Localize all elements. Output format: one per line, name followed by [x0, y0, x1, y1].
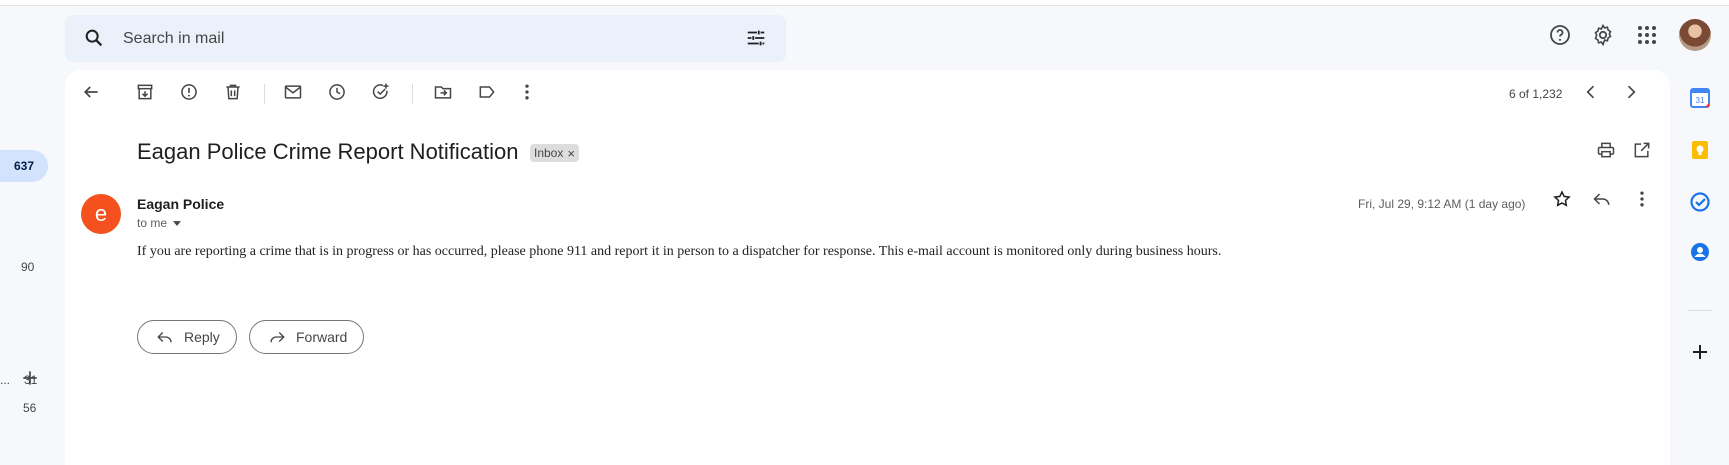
- print-icon[interactable]: [1594, 138, 1618, 162]
- chevron-down-icon[interactable]: [173, 220, 182, 226]
- label-text: Inbox: [534, 146, 564, 160]
- forward-icon: [270, 332, 285, 343]
- forward-button-label: Forward: [296, 329, 348, 345]
- archive-icon[interactable]: [133, 80, 157, 104]
- reply-icon[interactable]: [1590, 187, 1614, 211]
- recipient-text: to me: [137, 216, 168, 230]
- sender-name[interactable]: Eagan Police: [137, 196, 224, 212]
- rail-count[interactable]: 90: [21, 260, 34, 274]
- reply-icon: [157, 332, 172, 343]
- top-edge: [0, 0, 1729, 6]
- keep-icon[interactable]: [1690, 140, 1710, 160]
- apps-icon[interactable]: [1635, 23, 1659, 52]
- account-avatar[interactable]: [1679, 19, 1711, 51]
- snooze-icon[interactable]: [325, 80, 349, 104]
- pagination-text: 6 of 1,232: [1509, 87, 1563, 101]
- rail-ellipsis: ...: [0, 373, 11, 387]
- remove-label-icon[interactable]: ×: [567, 146, 575, 161]
- rail-count[interactable]: 31: [24, 373, 37, 387]
- filter-icon[interactable]: [745, 27, 767, 54]
- tasks-icon[interactable]: [1690, 192, 1710, 212]
- email-subject: Eagan Police Crime Report Notification: [137, 139, 519, 164]
- mark-unread-icon[interactable]: [281, 80, 305, 104]
- open-in-new-window-icon[interactable]: [1630, 138, 1654, 162]
- calendar-day: 31: [1696, 96, 1705, 105]
- message-view: 6 of 1,232 Eagan Police Crime Report Not…: [65, 70, 1670, 465]
- back-icon[interactable]: [79, 80, 103, 104]
- email-body: If you are reporting a crime that is in …: [137, 244, 1222, 259]
- move-to-icon[interactable]: [431, 80, 455, 104]
- settings-icon[interactable]: [1591, 23, 1615, 52]
- report-spam-icon[interactable]: [177, 80, 201, 104]
- star-icon[interactable]: [1550, 187, 1574, 211]
- prev-icon[interactable]: [1579, 80, 1603, 104]
- calendar-icon[interactable]: 31: [1690, 88, 1710, 108]
- toolbar-divider: [264, 84, 265, 104]
- email-date: Fri, Jul 29, 9:12 AM (1 day ago): [1358, 197, 1526, 211]
- add-task-icon[interactable]: [369, 80, 393, 104]
- left-rail: 637 90 ... 31 56: [0, 0, 64, 455]
- sender-avatar[interactable]: e: [81, 194, 121, 234]
- inbox-count-pill[interactable]: 637: [0, 150, 48, 182]
- search-input[interactable]: [121, 27, 685, 51]
- rail-count[interactable]: 56: [23, 401, 36, 415]
- search-icon[interactable]: [83, 27, 105, 54]
- inbox-label-badge: Inbox ×: [530, 144, 579, 162]
- next-icon[interactable]: [1619, 80, 1643, 104]
- help-icon[interactable]: [1548, 23, 1572, 52]
- more-icon[interactable]: [515, 80, 539, 104]
- contacts-icon[interactable]: [1690, 242, 1710, 262]
- more-options-icon[interactable]: [1630, 187, 1654, 211]
- reply-button[interactable]: Reply: [137, 320, 237, 354]
- delete-icon[interactable]: [221, 80, 245, 104]
- reply-button-label: Reply: [184, 329, 220, 345]
- forward-button[interactable]: Forward: [249, 320, 365, 354]
- side-panel: 31: [1672, 70, 1729, 455]
- recipient-details[interactable]: to me: [137, 216, 182, 230]
- add-icon[interactable]: [1690, 342, 1710, 362]
- label-icon[interactable]: [475, 80, 499, 104]
- toolbar-divider: [412, 84, 413, 104]
- search-bar: [65, 15, 786, 62]
- side-panel-divider: [1688, 310, 1712, 311]
